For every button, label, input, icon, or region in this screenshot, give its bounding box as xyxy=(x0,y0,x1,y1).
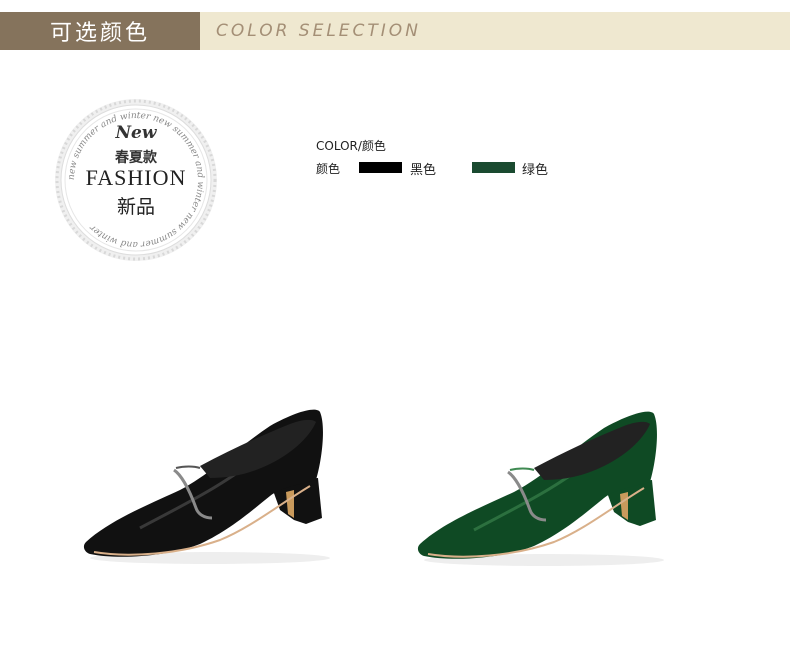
color-name-green: 绿色 xyxy=(522,163,549,178)
section-header: 可选颜色 COLOR SELECTION xyxy=(0,0,790,50)
badge-new-label: New xyxy=(115,123,157,143)
badge-new-cn: 新品 xyxy=(116,196,155,218)
color-swatch-green[interactable] xyxy=(472,162,515,173)
product-image-black-shoe[interactable] xyxy=(80,400,340,570)
color-swatch-black[interactable] xyxy=(359,162,402,173)
color-name-black: 黑色 xyxy=(410,163,437,178)
section-title-cn: 可选颜色 xyxy=(0,12,200,50)
section-title-en: COLOR SELECTION xyxy=(200,12,790,50)
product-image-green-shoe[interactable] xyxy=(414,402,674,572)
color-spec-label: 颜色 xyxy=(316,162,341,176)
badge-season: 春夏款 xyxy=(115,150,157,166)
badge-fashion: FASHION xyxy=(85,165,187,190)
new-fashion-badge: new summer and winter new summer and win… xyxy=(52,96,220,264)
color-spec-title: COLOR/颜色 xyxy=(316,139,386,153)
